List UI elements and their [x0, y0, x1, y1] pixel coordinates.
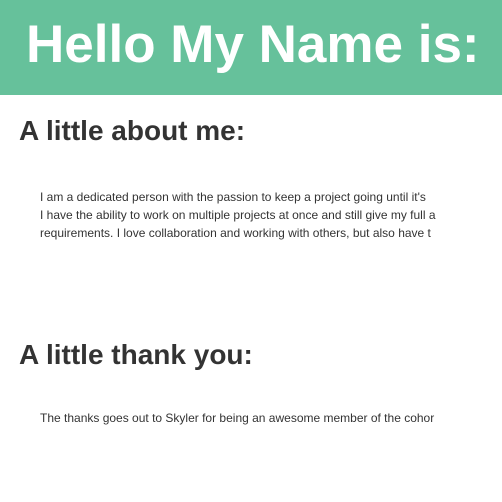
about-line: I am a dedicated person with the passion…	[40, 190, 426, 204]
about-paragraph: I am a dedicated person with the passion…	[40, 188, 502, 242]
page-header: Hello My Name is:	[0, 0, 502, 95]
thanks-paragraph: The thanks goes out to Skyler for being …	[40, 409, 502, 427]
thanks-heading: A little thank you:	[19, 339, 253, 370]
about-line: I have the ability to work on multiple p…	[40, 208, 436, 222]
about-line: requirements. I love collaboration and w…	[40, 226, 431, 240]
about-heading: A little about me:	[19, 115, 246, 146]
page-title: Hello My Name is:	[26, 15, 480, 74]
thanks-line: The thanks goes out to Skyler for being …	[40, 411, 435, 425]
